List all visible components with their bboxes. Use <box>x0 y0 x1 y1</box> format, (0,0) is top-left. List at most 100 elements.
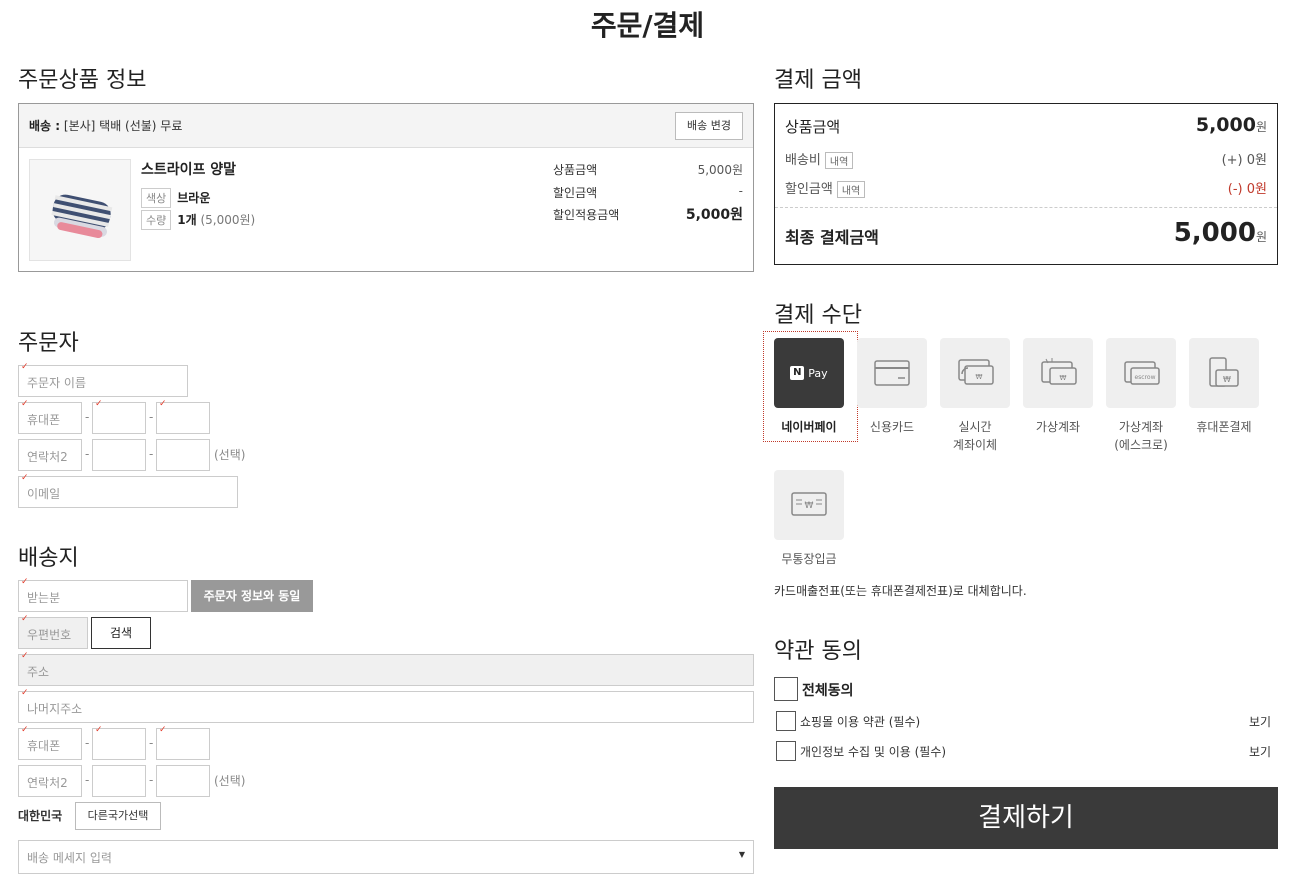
order-items-box: 배송 : [본사] 택배 (선불) 무료 배송 변경 스트라이프 양말 색상 브라… <box>18 103 754 272</box>
summary-discount-label: 할인금액 <box>785 182 833 197</box>
terms-view-link-2[interactable]: 보기 <box>1249 743 1271 760</box>
recipient-phone-3-input[interactable] <box>156 725 210 760</box>
orderer-phone-3-input[interactable] <box>156 399 210 434</box>
method-realtime-transfer[interactable]: ₩ 실시간 계좌이체 <box>940 338 1010 454</box>
orderer-contact2-1-input[interactable]: 연락처2 <box>18 439 82 471</box>
receipt-note: 카드매출전표(또는 휴대폰결제전표)로 대체합니다. <box>774 584 1027 598</box>
dash: - <box>85 773 90 787</box>
mobile-payment-icon: ₩ <box>1189 338 1259 408</box>
qty-value: 1개 <box>177 213 197 227</box>
other-country-button[interactable]: 다른국가선택 <box>75 802 161 830</box>
shipping-header: 배송 : [본사] 택배 (선불) 무료 배송 변경 <box>19 104 753 148</box>
dash: - <box>149 447 154 461</box>
orderer-phone-1-input[interactable]: 휴대폰 <box>18 399 82 434</box>
dash: - <box>85 736 90 750</box>
final-price-label: 할인적용금액 <box>553 208 620 222</box>
summary-divider <box>775 207 1277 208</box>
terms-checkbox-1[interactable] <box>776 711 796 731</box>
method-credit-card[interactable]: 신용카드 <box>857 338 927 436</box>
terms-view-link-1[interactable]: 보기 <box>1249 713 1271 730</box>
orderer-phone-2-input[interactable] <box>92 399 146 434</box>
sock-image-icon <box>30 160 130 260</box>
shipping-message-select[interactable]: 배송 메세지 입력 ▼ <box>18 840 754 874</box>
method-mobile[interactable]: ₩ 휴대폰결제 <box>1189 338 1259 436</box>
summary-final-row: 최종 결제금액 5,000원 <box>785 218 1267 248</box>
payment-amount-title: 결제 금액 <box>774 68 862 93</box>
shipping-detail-tag[interactable]: 내역 <box>824 152 854 169</box>
summary-final-label: 최종 결제금액 <box>785 228 879 247</box>
qty-sub: (5,000원) <box>200 213 256 227</box>
summary-shipping-row: 배송비 내역 (+) 0원 <box>785 149 1267 169</box>
dash: - <box>149 410 154 424</box>
escrow-icon: escrow <box>1106 338 1176 408</box>
product-name: 스트라이프 양말 <box>141 162 237 178</box>
recipient-contact2-3-input[interactable] <box>156 765 210 797</box>
terms-title: 약관 동의 <box>774 639 862 664</box>
svg-text:₩: ₩ <box>1223 375 1231 384</box>
payment-summary-box: 상품금액 5,000원 배송비 내역 (+) 0원 할인금액 내역 (-) 0원 최… <box>774 103 1278 265</box>
summary-product-row: 상품금액 5,000원 <box>785 114 1267 137</box>
change-shipping-button[interactable]: 배송 변경 <box>675 112 743 140</box>
recipient-contact2-2-input[interactable] <box>92 765 146 797</box>
recipient-input[interactable]: 받는분 <box>18 577 188 612</box>
recipient-phone-1-input[interactable]: 휴대폰 <box>18 725 82 760</box>
method-label: 네이버페이 <box>781 420 837 434</box>
bank-deposit-icon: ₩ <box>774 470 844 540</box>
method-virtual-account[interactable]: ₩ 가상계좌 <box>1023 338 1093 436</box>
dash: - <box>149 736 154 750</box>
product-thumbnail <box>29 159 131 261</box>
dash: - <box>85 447 90 461</box>
price-value: 5,000원 <box>697 163 743 177</box>
summary-product-label: 상품금액 <box>785 118 841 136</box>
product-qty-row: 수량 1개 (5,000원) <box>141 210 255 230</box>
payment-method-title: 결제 수단 <box>774 303 862 328</box>
discount-label: 할인금액 <box>553 186 598 200</box>
method-label: 실시간 계좌이체 <box>952 420 998 452</box>
orderer-name-input[interactable]: 주문자 이름 <box>18 362 188 397</box>
method-label: 무통장입금 <box>781 552 837 566</box>
discount-detail-tag[interactable]: 내역 <box>836 181 866 198</box>
zipcode-search-button[interactable]: 검색 <box>91 617 151 649</box>
virtual-account-icon: ₩ <box>1023 338 1093 408</box>
address-detail-input[interactable]: 나머지주소 <box>18 688 754 723</box>
optional-note: (선택) <box>214 448 246 462</box>
discount-value: - <box>738 184 743 198</box>
agree-all-checkbox[interactable] <box>774 677 798 701</box>
dash: - <box>149 773 154 787</box>
product-color-row: 색상 브라운 <box>141 188 210 208</box>
shipping-title: 배송지 <box>18 546 79 571</box>
recipient-phone-2-input[interactable] <box>92 725 146 760</box>
method-bank-deposit[interactable]: ₩ 무통장입금 <box>774 470 844 568</box>
country-label: 대한민국 <box>18 809 63 823</box>
recipient-contact2-1-input[interactable]: 연락처2 <box>18 765 82 797</box>
terms-checkbox-2[interactable] <box>776 741 796 761</box>
won-unit: 원 <box>1255 230 1267 244</box>
method-label: 휴대폰결제 <box>1196 420 1252 434</box>
agree-all-label: 전체동의 <box>802 683 854 699</box>
method-label: 신용카드 <box>869 420 915 434</box>
shipping-message-placeholder: 배송 메세지 입력 <box>27 851 112 865</box>
orderer-contact2-3-input[interactable] <box>156 439 210 471</box>
final-price-value: 5,000원 <box>685 207 743 223</box>
optional-note: (선택) <box>214 774 246 788</box>
orderer-email-input[interactable]: 이메일 <box>18 473 238 508</box>
summary-shipping-label: 배송비 <box>785 153 821 168</box>
terms-label-1: 쇼핑몰 이용 약관 (필수) <box>800 715 921 729</box>
naver-pay-icon: N Pay <box>774 338 844 408</box>
same-as-orderer-button[interactable]: 주문자 정보와 동일 <box>191 580 313 612</box>
address-input[interactable]: 주소 <box>18 651 754 686</box>
order-items-title: 주문상품 정보 <box>18 68 147 93</box>
method-naver-pay[interactable]: N Pay 네이버페이 <box>774 338 844 436</box>
svg-text:₩: ₩ <box>805 501 814 511</box>
naver-n-badge: N <box>790 366 805 380</box>
summary-final-value: 5,000 <box>1173 218 1256 248</box>
shipping-info: 배송 : [본사] 택배 (선불) 무료 <box>29 117 182 134</box>
summary-discount-value: (-) 0원 <box>1227 182 1267 197</box>
color-value: 브라운 <box>177 191 211 205</box>
page-title: 주문/결제 <box>590 9 705 42</box>
pay-button[interactable]: 결제하기 <box>774 787 1278 849</box>
orderer-contact2-2-input[interactable] <box>92 439 146 471</box>
zipcode-input[interactable]: 우편번호 <box>18 614 88 649</box>
method-escrow[interactable]: escrow 가상계좌 (에스크로) <box>1106 338 1176 454</box>
escrow-badge-text: escrow <box>1134 374 1155 381</box>
